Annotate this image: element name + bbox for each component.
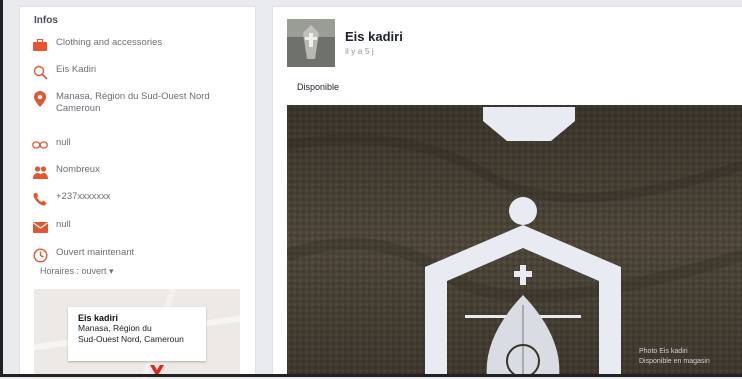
photo-watermark: Photo Eis kadiri bbox=[639, 348, 688, 355]
post-card: Eis kadiri il y a 5 j Disponible Photo E… bbox=[272, 6, 742, 377]
post-timestamp[interactable]: il y a 5 j bbox=[345, 46, 374, 56]
info-followers-row[interactable]: Nombreux bbox=[32, 164, 247, 180]
post-author[interactable]: Eis kadiri bbox=[345, 29, 403, 44]
info-hours: Ouvert maintenant bbox=[56, 247, 135, 258]
window-left-edge bbox=[0, 0, 3, 377]
info-phone-row[interactable]: +237xxxxxxx bbox=[32, 191, 247, 207]
map-info-card: Eis kadiri Manasa, Région du Sud-Ouest N… bbox=[68, 307, 206, 361]
info-panel: Infos Clothing and accessories Eis Kadir… bbox=[19, 6, 256, 379]
post-photo[interactable]: Photo Eis kadiri Disponible en magasin bbox=[285, 105, 742, 376]
info-website-row[interactable]: null bbox=[32, 137, 247, 153]
info-title: Infos bbox=[34, 15, 58, 26]
map-address-line: Sud-Ouest Nord, Cameroun bbox=[78, 334, 184, 344]
map-address-line: Manasa, Région du bbox=[78, 323, 152, 333]
clock-icon bbox=[32, 247, 48, 263]
info-address: Manasa, Région du Sud-Ouest Nord Camerou… bbox=[56, 91, 210, 114]
info-phone: +237xxxxxxx bbox=[56, 191, 111, 202]
photo-watermark: Disponible en magasin bbox=[639, 358, 710, 365]
map-place-name: Eis kadiri bbox=[78, 313, 119, 323]
info-category-row[interactable]: Clothing and accessories bbox=[32, 37, 247, 53]
search-icon bbox=[32, 64, 48, 80]
info-email: null bbox=[56, 219, 71, 230]
info-name: Eis Kadiri bbox=[56, 64, 97, 75]
info-followers: Nombreux bbox=[56, 164, 100, 175]
location-pin-icon bbox=[32, 91, 48, 107]
info-hours-dropdown[interactable]: Horaires : ouvert ▾ bbox=[40, 266, 114, 277]
people-icon bbox=[32, 164, 48, 180]
info-email-row[interactable]: null bbox=[32, 219, 247, 235]
post-caption: Disponible bbox=[297, 82, 340, 92]
location-map[interactable]: Eis kadiri Manasa, Région du Sud-Ouest N… bbox=[34, 289, 240, 379]
info-category: Clothing and accessories bbox=[56, 37, 163, 48]
link-icon bbox=[32, 137, 48, 153]
briefcase-icon bbox=[32, 37, 48, 53]
phone-icon bbox=[32, 191, 48, 207]
info-website: null bbox=[56, 137, 71, 148]
info-hours-row[interactable]: Ouvert maintenant bbox=[32, 247, 247, 263]
envelope-icon bbox=[32, 219, 48, 235]
avatar[interactable] bbox=[287, 19, 335, 67]
info-name-row[interactable]: Eis Kadiri bbox=[32, 64, 247, 80]
info-address-row[interactable]: Manasa, Région du Sud-Ouest Nord Camerou… bbox=[32, 91, 247, 115]
